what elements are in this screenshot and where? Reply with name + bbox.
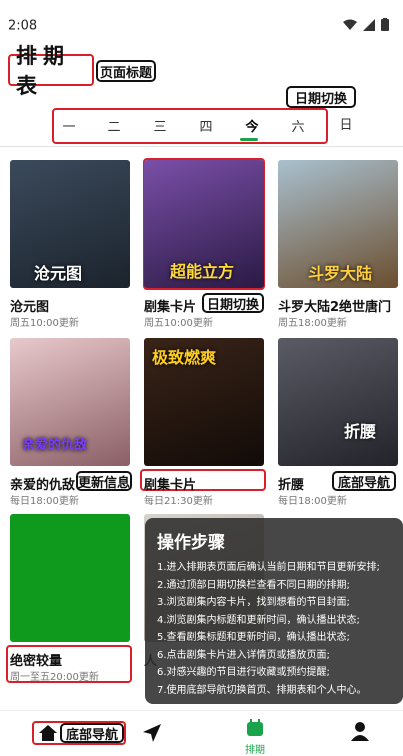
annotation-page-title: 页面标题 xyxy=(96,60,156,82)
card-title: 亲爱的仇敌 xyxy=(10,478,76,493)
card-update-time: 周五18:00更新 xyxy=(278,318,347,329)
profile-icon[interactable] xyxy=(350,721,370,741)
poster-image: 斗罗大陆 xyxy=(278,160,398,288)
step-item: 6.点击剧集卡片进入详情页或播放页面; xyxy=(157,649,330,661)
home-icon[interactable] xyxy=(38,723,58,743)
battery-icon xyxy=(381,18,389,31)
bottom-nav: 底部导航 排期 xyxy=(0,710,403,756)
poster-logo-text: 极致燃爽 xyxy=(152,348,217,367)
card-title: 折腰 xyxy=(278,478,305,493)
poster-logo-text: 折腰 xyxy=(344,422,377,441)
step-item: 1.进入排期表页面后确认当前日期和节目更新安排; xyxy=(157,562,380,573)
step-item: 4.浏览剧集内标题和更新时间，确认播出状态; xyxy=(157,614,360,626)
nav-label-schedule[interactable]: 排期 xyxy=(245,741,265,756)
status-time: 2:08 xyxy=(8,18,38,34)
page-title: 排期表 xyxy=(8,44,94,98)
wifi-icon xyxy=(343,19,357,30)
overlay-title: 操作步骤 xyxy=(157,533,225,553)
poster-logo-text: 超能立方 xyxy=(170,262,235,281)
step-item: 5.查看剧集标题和更新时间，确认播出状态; xyxy=(157,632,350,643)
active-tab-indicator xyxy=(240,138,258,141)
annotation-update-info: 更新信息 xyxy=(76,471,132,491)
annotation-bottom-nav: 底部导航 xyxy=(60,723,124,743)
poster-image: 折腰 xyxy=(278,338,398,466)
step-item: 7.使用底部导航切换首页、排期表和个人中心。 xyxy=(157,684,367,696)
step-item: 3.浏览剧集内容卡片，找到想看的节目封面; xyxy=(157,597,350,608)
date-tab-bar: 一 二 三 四 今 六 xyxy=(52,108,328,144)
card-title: 沧元图 xyxy=(10,300,50,315)
status-bar: 2:08 xyxy=(0,0,403,36)
poster-logo-text: 亲爱的仇敌 xyxy=(22,438,88,453)
poster-logo-text: 沧元图 xyxy=(34,264,83,283)
poster-image: 超能立方 xyxy=(144,160,264,288)
tab-today[interactable]: 今 xyxy=(237,116,267,135)
tab-thu[interactable]: 四 xyxy=(191,116,221,135)
tab-sun[interactable]: 日 xyxy=(336,114,356,133)
card-update-time: 周五10:00更新 xyxy=(144,318,213,329)
card-title: 斗罗大陆2绝世唐门 xyxy=(278,300,392,315)
annotation-date-switch: 日期切换 xyxy=(286,86,356,108)
card-update-time: 每日18:00更新 xyxy=(278,496,347,507)
schedule-icon[interactable] xyxy=(246,719,264,737)
annotation-card-date-switch: 日期切换 xyxy=(202,293,264,313)
card-update-time: 周五10:00更新 xyxy=(10,318,79,329)
card-update-time: 每日18:00更新 xyxy=(10,496,79,507)
annotation-bottom-nav: 底部导航 xyxy=(332,471,396,491)
poster-logo-text: 斗罗大陆 xyxy=(308,264,373,283)
card-update-time: 每日21:30更新 xyxy=(144,496,213,507)
status-icons xyxy=(343,18,389,31)
divider xyxy=(0,146,403,147)
highlight-box xyxy=(6,645,132,683)
poster-image: 亲爱的仇敌 xyxy=(10,338,130,466)
tab-tue[interactable]: 二 xyxy=(99,116,129,135)
signal-icon xyxy=(363,18,375,31)
card-title: 剧集卡片 xyxy=(144,478,197,493)
tab-mon[interactable]: 一 xyxy=(54,116,84,135)
poster-image: 沧元图 xyxy=(10,160,130,288)
steps-overlay: 操作步骤 1.进入排期表页面后确认当前日期和节目更新安排; 2.通过顶部日期切换… xyxy=(145,518,403,704)
tab-wed[interactable]: 三 xyxy=(145,116,175,135)
poster-image xyxy=(10,514,130,642)
tab-sat[interactable]: 六 xyxy=(283,116,313,135)
card-title: 剧集卡片 xyxy=(144,300,197,315)
step-item: 2.通过顶部日期切换栏查看不同日期的排期; xyxy=(157,579,350,591)
send-icon[interactable] xyxy=(142,723,162,743)
step-item: 6.对感兴趣的节目进行收藏或预约提醒; xyxy=(157,667,330,678)
poster-image: 极致燃爽 xyxy=(144,338,264,466)
